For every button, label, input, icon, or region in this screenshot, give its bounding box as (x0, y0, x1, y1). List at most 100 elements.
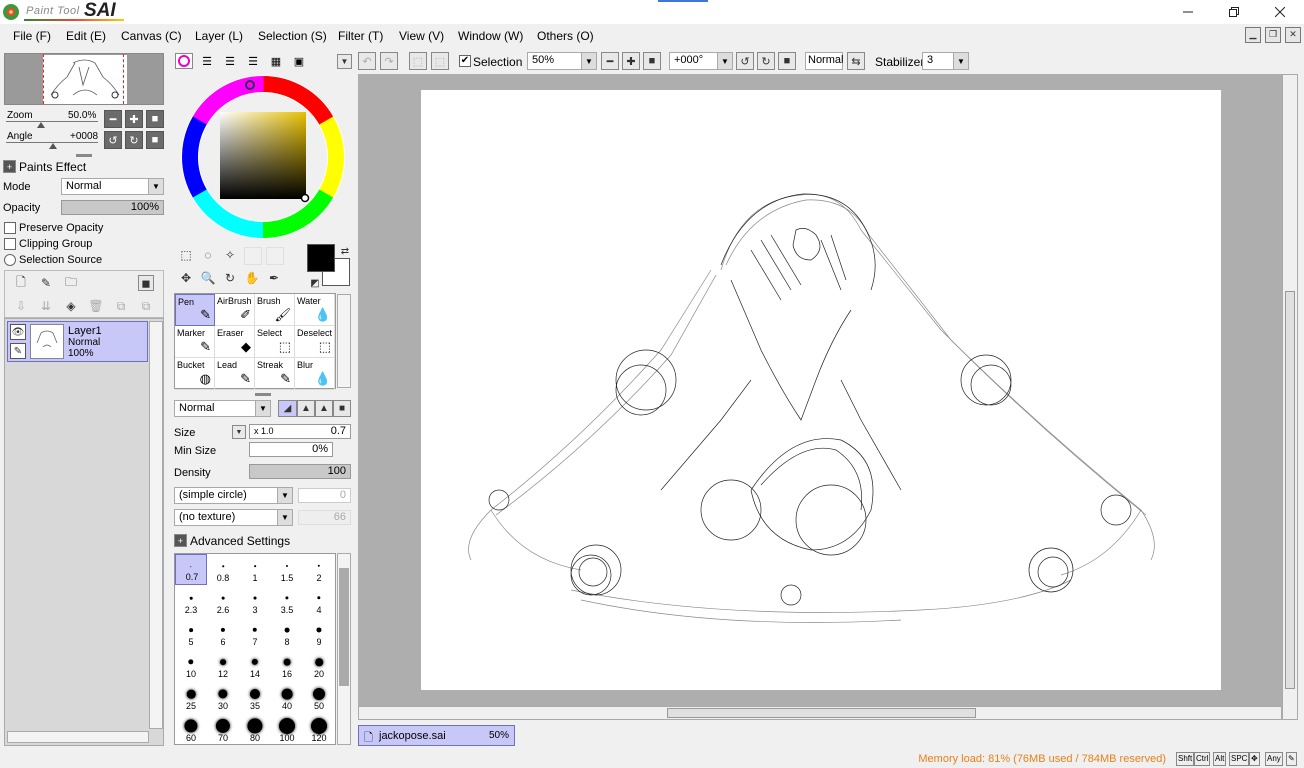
move-icon[interactable]: ✥ (178, 270, 194, 286)
panel-options-button[interactable]: ▼ (337, 54, 352, 69)
file-tab[interactable]: 🗋 jackopose.sai 50% (358, 725, 515, 746)
new-layer-folder-icon[interactable]: 🗀 (63, 275, 79, 291)
menu-selection[interactable]: Selection (S) (258, 29, 327, 43)
min-size-slider[interactable]: 0% (249, 442, 333, 457)
zoom-slider[interactable] (6, 121, 98, 122)
layer-mask-icon[interactable]: ◼ (138, 275, 154, 291)
preserve-opacity-checkbox[interactable] (4, 222, 16, 234)
brush-shape-strength[interactable]: 0 (298, 488, 351, 503)
brush-size-option[interactable]: 3 (239, 586, 271, 617)
layer-list-hscrollbar[interactable] (7, 731, 149, 743)
menu-canvas[interactable]: Canvas (C) (121, 29, 182, 43)
lasso-icon[interactable]: ◌ (200, 247, 216, 263)
brush-size-option[interactable]: 25 (175, 682, 207, 713)
flip-view-button[interactable]: ⇆ (847, 52, 865, 70)
brush-size-option[interactable]: 6 (207, 618, 239, 649)
canvas-vscroll-thumb[interactable] (1285, 291, 1295, 689)
rect-select-icon[interactable]: ⬚ (178, 247, 194, 263)
invert-selection-button[interactable]: ⬚ (431, 52, 449, 70)
brush-size-option[interactable]: 8 (271, 618, 303, 649)
edge-soft1-button[interactable]: ▲ (297, 400, 315, 417)
expand-paints-effect-icon[interactable]: + (3, 160, 16, 173)
apply-mask-icon[interactable]: ⧉ (113, 298, 129, 314)
mode-select[interactable]: Normal ▼ (61, 178, 164, 195)
mdi-close-button[interactable]: ✕ (1285, 27, 1301, 43)
brush-size-option[interactable]: 3.5 (271, 586, 303, 617)
brush-size-option[interactable]: 2.6 (207, 586, 239, 617)
deselect-button[interactable]: ⬚ (409, 52, 427, 70)
angle-select[interactable]: +000° ▼ (669, 52, 733, 70)
selection-source-radio[interactable] (4, 254, 16, 266)
mdi-restore-button[interactable]: ❐ (1265, 27, 1281, 43)
tool-marker[interactable]: Marker ✎ (175, 326, 215, 358)
canvas-zoom-out-button[interactable]: ━ (601, 52, 619, 70)
tool-grid-scrollbar[interactable] (337, 294, 351, 388)
transfer-down-icon[interactable]: ⇩ (13, 298, 29, 314)
tool-bucket[interactable]: Bucket ◍ (175, 358, 215, 390)
zoom-reset-button[interactable]: ■ (146, 110, 164, 128)
size-slider[interactable]: x 1.0 0.7 (249, 424, 351, 439)
selection-checkbox[interactable]: ✔ (459, 55, 471, 67)
brush-size-option[interactable]: 2.3 (175, 586, 207, 617)
rotate-right-button[interactable]: ↻ (125, 131, 143, 149)
brush-size-option[interactable]: 0.7 (175, 554, 207, 585)
brush-size-option[interactable]: 35 (239, 682, 271, 713)
new-linework-layer-icon[interactable]: ✎ (38, 275, 54, 291)
brush-size-option[interactable]: 120 (303, 714, 335, 744)
brush-size-option[interactable]: 1.5 (271, 554, 303, 585)
close-button[interactable] (1257, 0, 1303, 24)
brush-size-option[interactable]: 70 (207, 714, 239, 744)
undo-button[interactable]: ↶ (358, 52, 376, 70)
swatches-tab[interactable]: ▦ (267, 53, 285, 69)
canvas-zoom-in-button[interactable]: ✚ (622, 52, 640, 70)
canvas-vscrollbar[interactable] (1282, 74, 1298, 720)
advanced-settings-header[interactable]: Advanced Settings (190, 534, 290, 548)
rotate-reset-button[interactable]: ■ (146, 131, 164, 149)
opacity-slider[interactable]: 100% (61, 200, 164, 215)
zoom-slider-handle[interactable] (37, 122, 45, 128)
edge-flat-button[interactable]: ■ (333, 400, 351, 417)
edge-soft2-button[interactable]: ▲ (315, 400, 333, 417)
brush-lock-icon[interactable]: ✎ (10, 343, 26, 359)
zoom-out-button[interactable]: ━ (104, 110, 122, 128)
eye-icon[interactable]: 👁 (10, 324, 26, 340)
rotate-left-button[interactable]: ↺ (104, 131, 122, 149)
tool-pen[interactable]: Pen ✎ (175, 294, 215, 326)
brush-size-scrollbar[interactable] (337, 553, 351, 745)
merge-down-icon[interactable]: ⇊ (38, 298, 54, 314)
brush-texture-select[interactable]: (no texture) ▼ (174, 509, 293, 526)
brush-shape-select[interactable]: (simple circle) ▼ (174, 487, 293, 504)
menu-filter[interactable]: Filter (T) (338, 29, 383, 43)
brush-size-option[interactable]: 9 (303, 618, 335, 649)
view-mode-select[interactable]: Normal (805, 52, 843, 70)
eyedropper-icon[interactable]: ✒ (266, 270, 282, 286)
canvas-rotate-right-button[interactable]: ↻ (757, 52, 775, 70)
brush-size-option[interactable]: 30 (207, 682, 239, 713)
color-wheel-tab[interactable] (175, 53, 193, 69)
new-layer-icon[interactable]: 🗋 (13, 275, 29, 291)
angle-slider-handle[interactable] (49, 143, 57, 149)
menu-window[interactable]: Window (W) (458, 29, 523, 43)
minimize-button[interactable] (1165, 0, 1211, 24)
paints-effect-header[interactable]: Paints Effect (19, 160, 86, 174)
brush-size-option[interactable]: 80 (239, 714, 271, 744)
brush-size-scroll-thumb[interactable] (339, 568, 349, 686)
maximize-button[interactable] (1211, 0, 1257, 24)
stabilizer-select[interactable]: 3 ▼ (922, 52, 969, 70)
brush-blend-select[interactable]: Normal ▼ (174, 400, 271, 417)
brush-size-option[interactable]: 50 (303, 682, 335, 713)
tool-water[interactable]: Water 💧 (295, 294, 335, 326)
menu-others[interactable]: Others (O) (537, 29, 594, 43)
brush-size-option[interactable]: 4 (303, 586, 335, 617)
brush-size-option[interactable]: 16 (271, 650, 303, 681)
color-mix-tab[interactable]: ☰ (244, 53, 262, 69)
tool-streak[interactable]: Streak ✎ (255, 358, 295, 390)
menu-file[interactable]: File (F) (13, 29, 51, 43)
brush-size-option[interactable]: 12 (207, 650, 239, 681)
brush-size-option[interactable]: 20 (303, 650, 335, 681)
redo-button[interactable]: ↷ (380, 52, 398, 70)
brush-size-option[interactable]: 100 (271, 714, 303, 744)
tool-deselect[interactable]: Deselect ⬚ (295, 326, 335, 358)
brush-size-option[interactable]: 14 (239, 650, 271, 681)
mdi-minimize-button[interactable]: ▁ (1245, 27, 1261, 43)
